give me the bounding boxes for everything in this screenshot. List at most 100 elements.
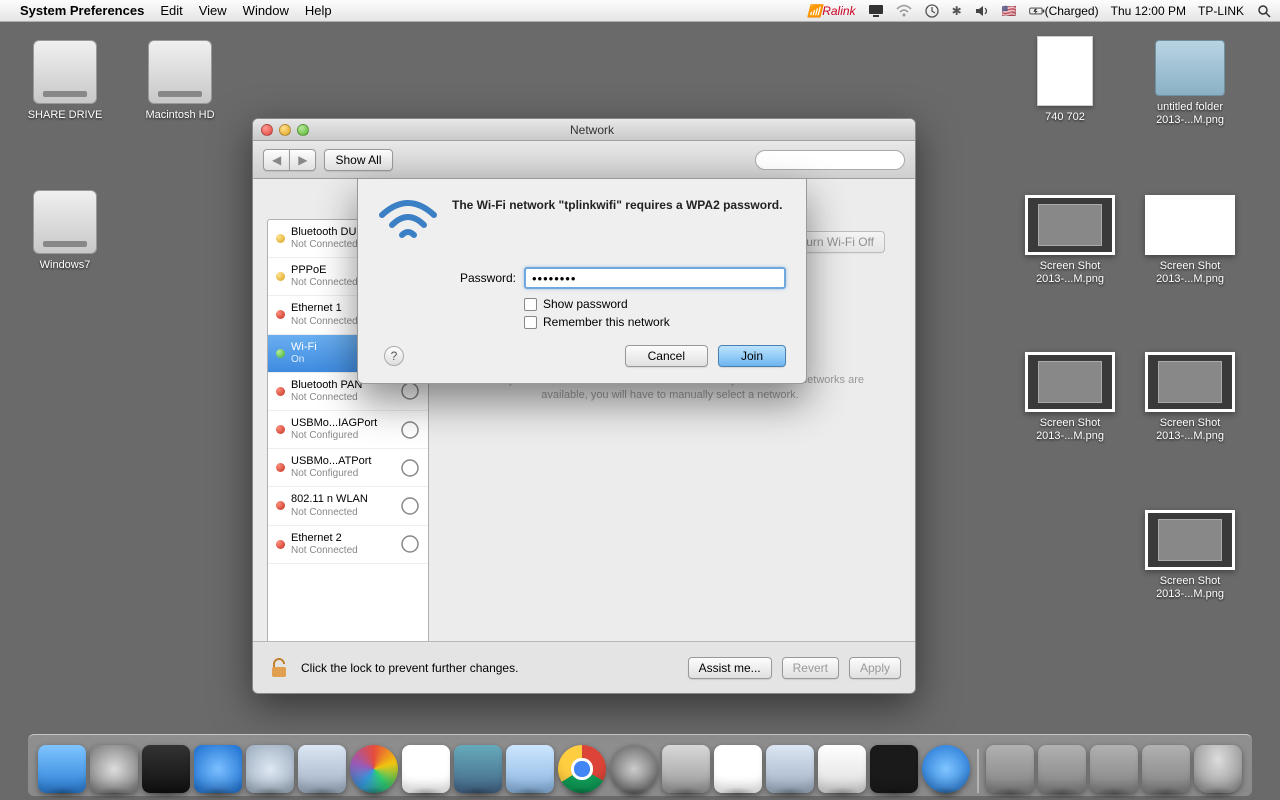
forward-button[interactable]: ▶ <box>289 149 316 171</box>
folder-icon <box>1155 40 1225 96</box>
desktop-label: Windows7 <box>37 258 94 273</box>
sidebar-item-ethernet-2[interactable]: Ethernet 2Not Connected <box>268 526 428 564</box>
volume-menu-icon[interactable] <box>974 4 990 18</box>
dock-trash[interactable] <box>1194 745 1242 793</box>
wifi-icon <box>378 197 438 245</box>
sidebar-item-usbmo-iagport[interactable]: USBMo...IAGPortNot Configured <box>268 411 428 449</box>
desktop-share-drive[interactable]: SHARE DRIVE <box>15 40 115 123</box>
dock-itunes[interactable] <box>922 745 970 793</box>
apply-button[interactable]: Apply <box>849 657 901 679</box>
input-menu-icon[interactable]: 🇺🇸 <box>1002 4 1017 18</box>
remember-network-checkbox[interactable] <box>524 316 537 329</box>
status-dot-icon <box>276 310 285 319</box>
dock-minimized-window[interactable] <box>1142 745 1190 793</box>
back-button[interactable]: ◀ <box>263 149 289 171</box>
password-input[interactable] <box>524 267 786 289</box>
dock-mail[interactable] <box>298 745 346 793</box>
window-titlebar[interactable]: Network <box>253 119 915 141</box>
cancel-button[interactable]: Cancel <box>625 345 708 367</box>
screenshot-icon <box>1025 195 1115 255</box>
dock-app-store[interactable] <box>194 745 242 793</box>
dock-stack[interactable] <box>986 745 1034 793</box>
assist-me-button[interactable]: Assist me... <box>688 657 772 679</box>
dock <box>28 734 1252 796</box>
dock-chrome[interactable] <box>558 745 606 793</box>
desktop-label: 740 702 <box>1042 110 1088 125</box>
status-dot-icon <box>276 540 285 549</box>
connection-icon <box>400 496 420 516</box>
dock-mission-control[interactable] <box>142 745 190 793</box>
dialog-help-button[interactable]: ? <box>384 346 404 366</box>
spotlight-icon[interactable] <box>1256 4 1272 18</box>
menu-window[interactable]: Window <box>243 3 289 18</box>
desktop-screenshot[interactable]: Screen Shot 2013-...M.png <box>1020 195 1120 287</box>
sidebar-item-usbmo-atport[interactable]: USBMo...ATPortNot Configured <box>268 449 428 487</box>
desktop-screenshot[interactable]: Screen Shot 2013-...M.png <box>1140 510 1240 602</box>
dialog-message: The Wi-Fi network "tplinkwifi" requires … <box>452 197 786 245</box>
dock-stack[interactable] <box>1090 745 1138 793</box>
desktop-label: Screen Shot 2013-...M.png <box>1140 416 1240 444</box>
wifi-password-dialog: The Wi-Fi network "tplinkwifi" requires … <box>357 178 807 384</box>
sidebar-item-802-11-n-wlan[interactable]: 802.11 n WLANNot Connected <box>268 487 428 525</box>
status-dot-icon <box>276 463 285 472</box>
ralink-menu[interactable]: 📶 Ralink <box>807 4 855 18</box>
desktop-label: Macintosh HD <box>142 108 217 123</box>
dock-xcode[interactable] <box>818 745 866 793</box>
dock-preview[interactable] <box>454 745 502 793</box>
dock-finder[interactable] <box>38 745 86 793</box>
menu-help[interactable]: Help <box>305 3 332 18</box>
revert-button[interactable]: Revert <box>782 657 839 679</box>
screenshot-icon <box>1025 352 1115 412</box>
menu-bar: System Preferences Edit View Window Help… <box>0 0 1280 22</box>
dock-ical[interactable] <box>402 745 450 793</box>
service-status: Not Configured <box>291 430 394 442</box>
screenshot-icon <box>1145 510 1235 570</box>
menu-extras: 📶 Ralink ✱ 🇺🇸 (Charged) Thu 12:00 PM TP-… <box>807 4 1272 18</box>
desktop-folder[interactable]: untitled folder 2013-...M.png <box>1140 40 1240 128</box>
desktop-macintosh-hd[interactable]: Macintosh HD <box>130 40 230 123</box>
status-dot-icon <box>276 387 285 396</box>
desktop-screenshot[interactable]: Screen Shot 2013-...M.png <box>1140 352 1240 444</box>
dock-app[interactable] <box>766 745 814 793</box>
show-all-button[interactable]: Show All <box>324 149 392 171</box>
window-footer: Click the lock to prevent further change… <box>253 641 915 693</box>
dock-safari[interactable] <box>246 745 294 793</box>
status-dot-icon <box>276 234 285 243</box>
dock-launchpad[interactable] <box>90 745 138 793</box>
dock-stack[interactable] <box>1038 745 1086 793</box>
lock-icon[interactable] <box>267 656 291 680</box>
join-button[interactable]: Join <box>718 345 786 367</box>
screenshot-icon <box>1145 195 1235 255</box>
desktop-screenshot[interactable]: Screen Shot 2013-...M.png <box>1140 195 1240 287</box>
app-menu[interactable]: System Preferences <box>20 3 144 18</box>
desktop-document[interactable]: 740 702 <box>1015 36 1115 125</box>
dock-terminal[interactable] <box>870 745 918 793</box>
window-toolbar: ◀ ▶ Show All 🔍 <box>253 141 915 179</box>
wifi-menu-icon[interactable] <box>896 4 912 18</box>
dock-quicktime[interactable] <box>610 745 658 793</box>
dock-separator <box>977 749 979 793</box>
service-name: USBMo...ATPort <box>291 455 394 468</box>
show-password-label: Show password <box>543 297 628 311</box>
service-name: USBMo...IAGPort <box>291 417 394 430</box>
dock-iphoto[interactable] <box>350 745 398 793</box>
service-status: Not Configured <box>291 468 394 480</box>
dock-app[interactable] <box>506 745 554 793</box>
user-menu[interactable]: TP-LINK <box>1198 4 1244 18</box>
status-dot-icon <box>276 425 285 434</box>
menu-edit[interactable]: Edit <box>160 3 182 18</box>
dock-system-preferences[interactable] <box>662 745 710 793</box>
desktop-label: Screen Shot 2013-...M.png <box>1140 574 1240 602</box>
search-input[interactable] <box>755 150 905 170</box>
menu-view[interactable]: View <box>199 3 227 18</box>
clock-menu[interactable]: Thu 12:00 PM <box>1111 4 1186 18</box>
bluetooth-menu-icon[interactable]: ✱ <box>952 4 962 18</box>
battery-menu[interactable]: (Charged) <box>1029 4 1099 18</box>
desktop-screenshot[interactable]: Screen Shot 2013-...M.png <box>1020 352 1120 444</box>
display-menu-icon[interactable] <box>868 4 884 18</box>
show-password-checkbox[interactable] <box>524 298 537 311</box>
status-dot-icon <box>276 349 285 358</box>
desktop-windows7[interactable]: Windows7 <box>15 190 115 273</box>
dock-textedit[interactable] <box>714 745 762 793</box>
timemachine-menu-icon[interactable] <box>924 4 940 18</box>
